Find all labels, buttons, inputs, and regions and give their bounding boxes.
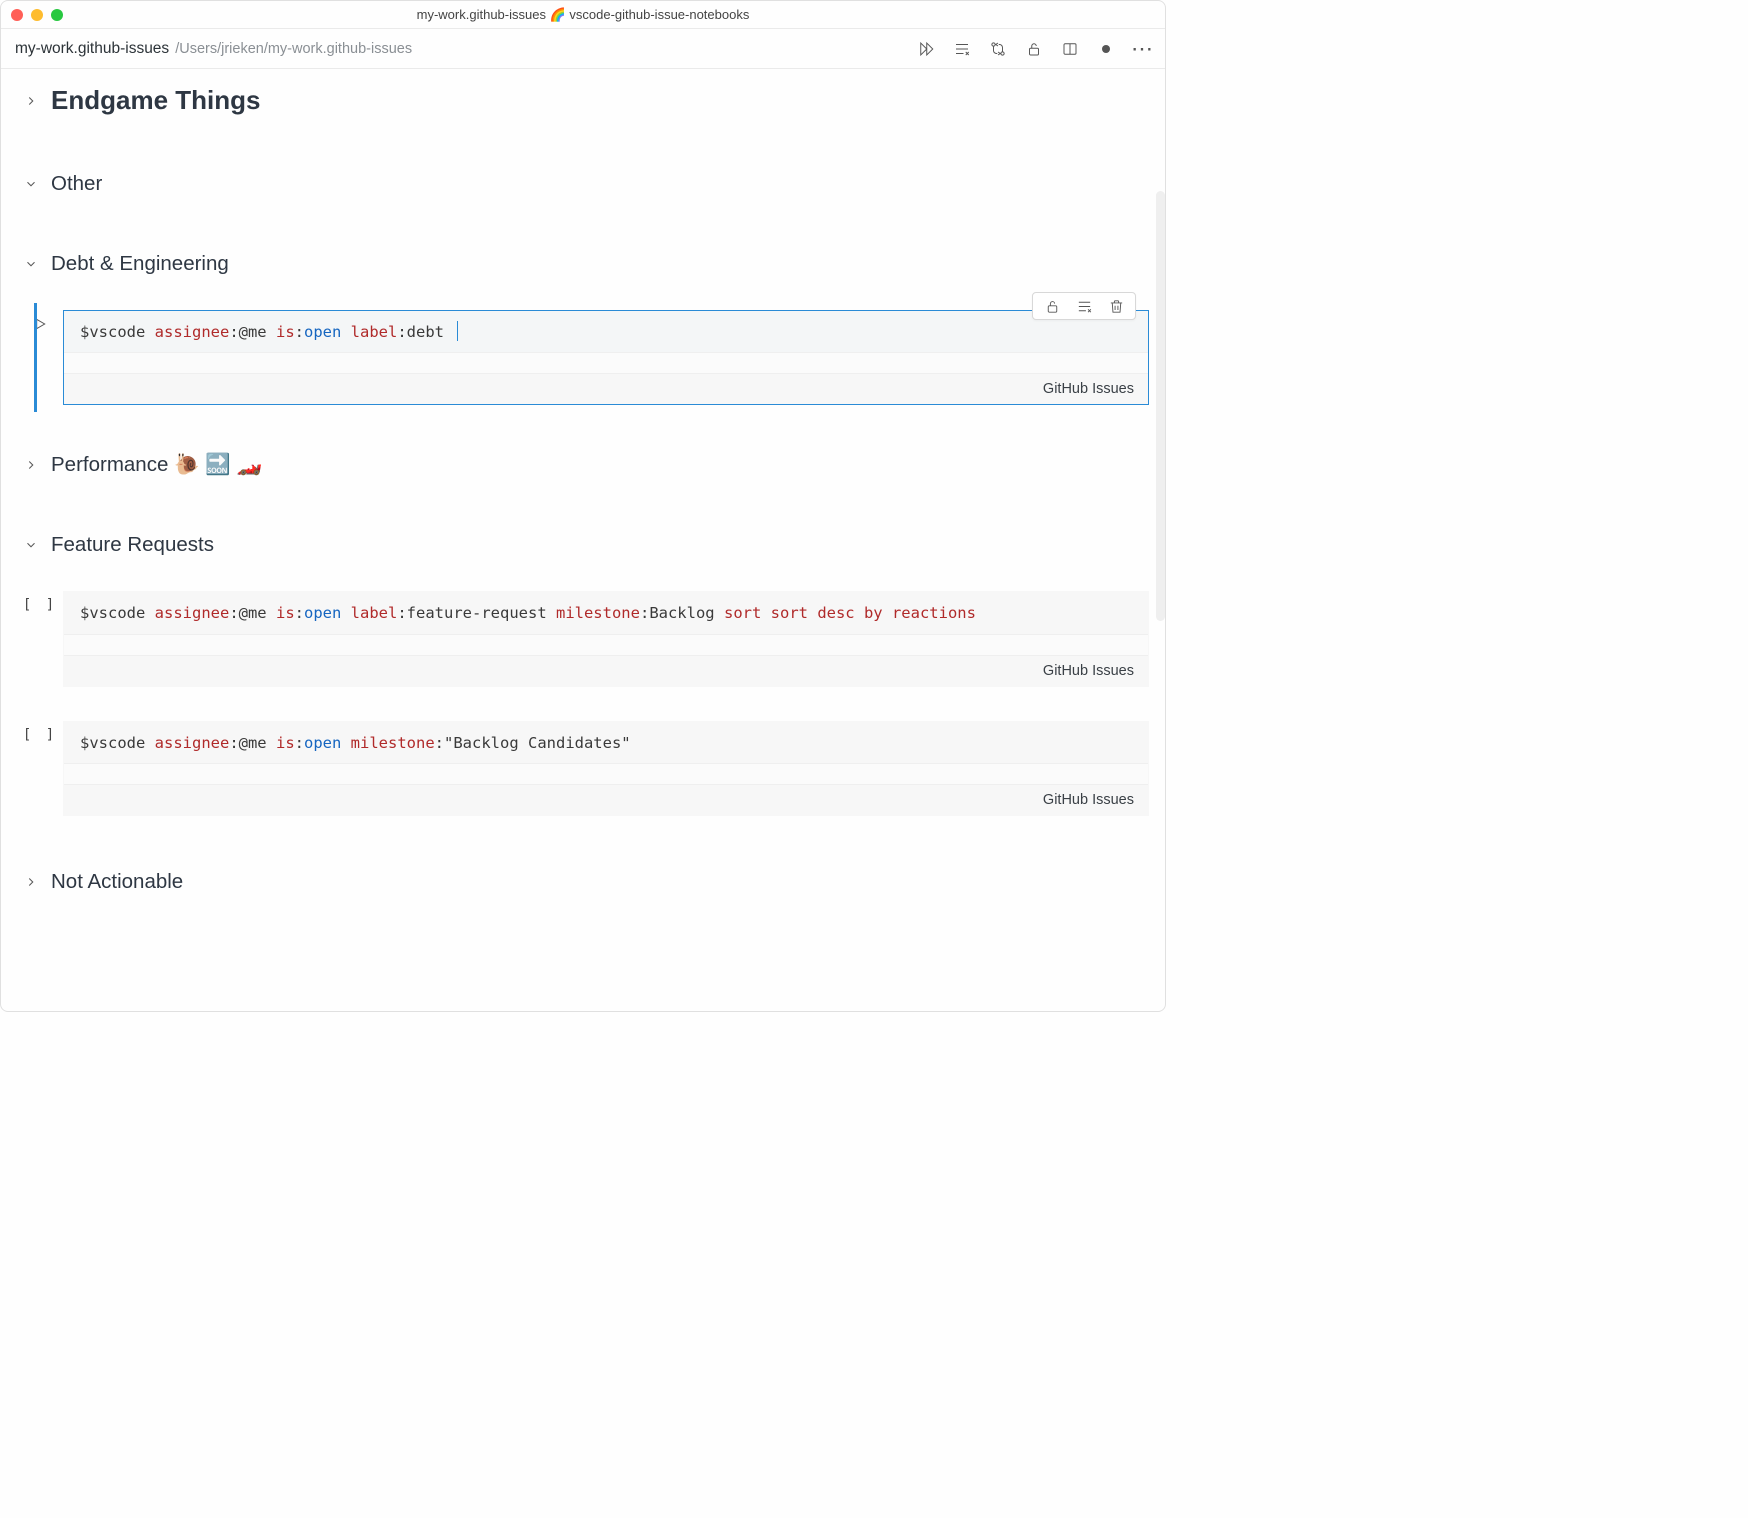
execution-indicator: [ ] [23, 597, 57, 686]
editor-actions [917, 40, 1151, 58]
more-actions-icon[interactable] [1133, 40, 1151, 58]
close-window-button[interactable] [11, 9, 23, 21]
code-cell[interactable]: $vscode assignee:@me is:open label:debt … [17, 310, 1149, 405]
chevron-right-icon[interactable] [23, 874, 39, 890]
tab[interactable]: my-work.github-issues /Users/jrieken/my-… [15, 40, 412, 58]
chevron-down-icon[interactable] [23, 176, 39, 192]
chevron-down-icon[interactable] [23, 537, 39, 553]
code-line[interactable]: $vscode assignee:@me is:open milestone:"… [64, 722, 1148, 763]
cell-editor[interactable]: $vscode assignee:@me is:open milestone:"… [63, 721, 1149, 816]
minimize-window-button[interactable] [31, 9, 43, 21]
section-debt[interactable]: Debt & Engineering [17, 246, 1149, 282]
chevron-right-icon[interactable] [23, 93, 39, 109]
section-performance[interactable]: Performance 🐌 🔜 🏎️ [17, 447, 1149, 483]
section-title: Other [51, 172, 102, 196]
section-title: Performance 🐌 🔜 🏎️ [51, 453, 262, 477]
chevron-down-icon[interactable] [23, 256, 39, 272]
scrollbar[interactable] [1156, 191, 1165, 621]
split-editor-icon[interactable] [1061, 40, 1079, 58]
editor-tabbar: my-work.github-issues /Users/jrieken/my-… [1, 29, 1165, 69]
git-compare-icon[interactable] [989, 40, 1007, 58]
section-notactionable[interactable]: Not Actionable [17, 864, 1149, 900]
code-line[interactable]: $vscode assignee:@me is:open label:debt [64, 311, 1148, 352]
section-title: Endgame Things [51, 85, 260, 116]
kernel-indicator[interactable]: GitHub Issues [64, 656, 1148, 686]
cell-editor[interactable]: $vscode assignee:@me is:open label:debt … [63, 310, 1149, 405]
tab-name: my-work.github-issues [15, 40, 169, 58]
code-cell[interactable]: [ ] $vscode assignee:@me is:open label:f… [17, 591, 1149, 686]
code-line[interactable]: $vscode assignee:@me is:open label:featu… [64, 592, 1148, 633]
clear-outputs-icon[interactable] [953, 40, 971, 58]
dirty-indicator-icon [1097, 40, 1115, 58]
notebook-editor: Endgame Things Other Debt & Engineering … [1, 69, 1165, 1011]
traffic-lights [11, 9, 63, 21]
unlock-icon[interactable] [1025, 40, 1043, 58]
window-title: my-work.github-issues 🌈 vscode-github-is… [1, 7, 1165, 23]
section-title: Debt & Engineering [51, 252, 229, 276]
execution-indicator: [ ] [23, 727, 57, 816]
titlebar: my-work.github-issues 🌈 vscode-github-is… [1, 1, 1165, 29]
section-title: Not Actionable [51, 870, 183, 894]
kernel-indicator[interactable]: GitHub Issues [64, 374, 1148, 404]
section-title: Feature Requests [51, 533, 214, 557]
kernel-indicator[interactable]: GitHub Issues [64, 785, 1148, 815]
section-endgame[interactable]: Endgame Things [17, 79, 1149, 122]
zoom-window-button[interactable] [51, 9, 63, 21]
chevron-right-icon[interactable] [23, 457, 39, 473]
section-features[interactable]: Feature Requests [17, 527, 1149, 563]
tab-path: /Users/jrieken/my-work.github-issues [175, 41, 412, 57]
code-cell[interactable]: [ ] $vscode assignee:@me is:open milesto… [17, 721, 1149, 816]
cell-editor[interactable]: $vscode assignee:@me is:open label:featu… [63, 591, 1149, 686]
section-other[interactable]: Other [17, 166, 1149, 202]
run-all-icon[interactable] [917, 40, 935, 58]
